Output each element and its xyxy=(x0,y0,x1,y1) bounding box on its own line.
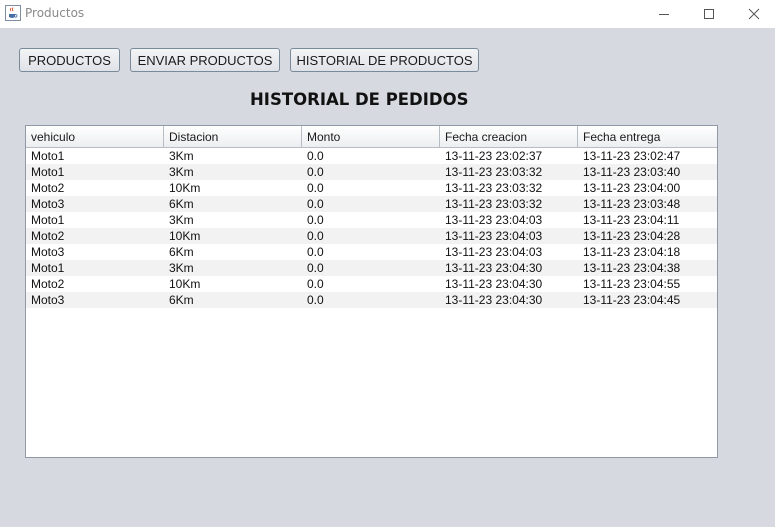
table-row[interactable]: Moto3 6Km 0.0 13-11-23 23:04:03 13-11-23 23:… xyxy=(26,244,717,260)
title-bar: Productos xyxy=(0,0,775,28)
table-row[interactable]: Moto1 3Km 0.0 13-11-23 23:04:03 13-11-23 23:… xyxy=(26,212,717,228)
cell-vehiculo: Moto2 xyxy=(31,181,65,195)
column-header-vehiculo[interactable]: vehiculo xyxy=(26,126,164,148)
column-header-monto[interactable]: Monto xyxy=(302,126,440,148)
cell-vehiculo: Moto3 xyxy=(31,245,65,259)
maximize-button[interactable] xyxy=(686,0,732,28)
cell-fecha-creacion: 13-11-23 23:03:32 xyxy=(445,165,543,179)
minimize-button[interactable] xyxy=(641,0,687,28)
column-header-fecha-creacion[interactable]: Fecha creacion xyxy=(440,126,578,148)
cell-fecha-entrega: 13-11-23 23:04:28 xyxy=(583,229,681,243)
cell-fecha-entrega: 13-11-23 23:04:38 xyxy=(583,261,681,275)
cell-monto: 0.0 xyxy=(307,293,324,307)
cell-monto: 0.0 xyxy=(307,245,324,259)
cell-distacion: 10Km xyxy=(169,181,201,195)
table-row[interactable]: Moto1 3Km 0.0 13-11-23 23:03:32 13-11-23 23:… xyxy=(26,164,717,180)
cell-vehiculo: Moto1 xyxy=(31,213,65,227)
table-row[interactable]: Moto1 3Km 0.0 13-11-23 23:04:30 13-11-23 23:… xyxy=(26,260,717,276)
table-body: Moto1 3Km 0.0 13-11-23 23:02:37 13-11-23 23:… xyxy=(26,148,717,308)
cell-fecha-creacion: 13-11-23 23:04:03 xyxy=(445,213,543,227)
cell-fecha-entrega: 13-11-23 23:03:48 xyxy=(583,197,681,211)
cell-fecha-creacion: 13-11-23 23:03:32 xyxy=(445,181,543,195)
cell-fecha-creacion: 13-11-23 23:04:30 xyxy=(445,293,543,307)
table-row[interactable]: Moto1 3Km 0.0 13-11-23 23:02:37 13-11-23 23:… xyxy=(26,148,717,164)
historial-productos-button[interactable]: HISTORIAL DE PRODUCTOS xyxy=(290,48,479,72)
cell-distacion: 3Km xyxy=(169,165,194,179)
column-header-fecha-entrega[interactable]: Fecha entrega xyxy=(578,126,717,148)
cell-fecha-entrega: 13-11-23 23:04:18 xyxy=(583,245,681,259)
close-button[interactable] xyxy=(731,0,775,28)
cell-distacion: 6Km xyxy=(169,245,194,259)
cell-monto: 0.0 xyxy=(307,165,324,179)
table-row[interactable]: Moto2 10Km 0.0 13-11-23 23:04:03 13-11-23 23… xyxy=(26,228,717,244)
enviar-productos-button[interactable]: ENVIAR PRODUCTOS xyxy=(130,48,280,72)
historial-table[interactable]: vehiculo Distacion Monto Fecha creacion … xyxy=(25,125,718,458)
table-row[interactable]: Moto3 6Km 0.0 13-11-23 23:03:32 13-11-23 23:… xyxy=(26,196,717,212)
cell-vehiculo: Moto1 xyxy=(31,149,65,163)
cell-distacion: 10Km xyxy=(169,229,201,243)
minimize-icon xyxy=(659,14,669,15)
java-cup-icon xyxy=(5,5,21,21)
cell-fecha-entrega: 13-11-23 23:04:55 xyxy=(583,277,681,291)
cell-monto: 0.0 xyxy=(307,197,324,211)
cell-distacion: 6Km xyxy=(169,293,194,307)
cell-distacion: 10Km xyxy=(169,277,201,291)
cell-monto: 0.0 xyxy=(307,181,324,195)
cell-distacion: 3Km xyxy=(169,149,194,163)
cell-fecha-creacion: 13-11-23 23:04:30 xyxy=(445,277,543,291)
cell-vehiculo: Moto2 xyxy=(31,277,65,291)
table-header: vehiculo Distacion Monto Fecha creacion … xyxy=(26,126,717,148)
cell-fecha-creacion: 13-11-23 23:02:37 xyxy=(445,149,543,163)
page-title: HISTORIAL DE PEDIDOS xyxy=(250,90,469,109)
cell-fecha-entrega: 13-11-23 23:04:11 xyxy=(583,213,680,227)
cell-fecha-entrega: 13-11-23 23:04:00 xyxy=(583,181,681,195)
cell-vehiculo: Moto1 xyxy=(31,261,65,275)
cell-fecha-creacion: 13-11-23 23:03:32 xyxy=(445,197,543,211)
cell-vehiculo: Moto1 xyxy=(31,165,65,179)
window-title: Productos xyxy=(25,6,85,20)
cell-monto: 0.0 xyxy=(307,277,324,291)
cell-fecha-entrega: 13-11-23 23:02:47 xyxy=(583,149,681,163)
cell-distacion: 3Km xyxy=(169,213,194,227)
cell-monto: 0.0 xyxy=(307,149,324,163)
table-row[interactable]: Moto2 10Km 0.0 13-11-23 23:04:30 13-11-23 23… xyxy=(26,276,717,292)
maximize-icon xyxy=(704,9,714,19)
cell-monto: 0.0 xyxy=(307,261,324,275)
table-row[interactable]: Moto3 6Km 0.0 13-11-23 23:04:30 13-11-23 23:… xyxy=(26,292,717,308)
cell-monto: 0.0 xyxy=(307,213,324,227)
cell-vehiculo: Moto3 xyxy=(31,293,65,307)
close-icon xyxy=(748,8,760,20)
cell-vehiculo: Moto3 xyxy=(31,197,65,211)
productos-button[interactable]: PRODUCTOS xyxy=(19,48,120,72)
cell-monto: 0.0 xyxy=(307,229,324,243)
cell-distacion: 6Km xyxy=(169,197,194,211)
table-row[interactable]: Moto2 10Km 0.0 13-11-23 23:03:32 13-11-23 23… xyxy=(26,180,717,196)
cell-fecha-creacion: 13-11-23 23:04:03 xyxy=(445,245,543,259)
cell-fecha-entrega: 13-11-23 23:03:40 xyxy=(583,165,681,179)
cell-fecha-creacion: 13-11-23 23:04:03 xyxy=(445,229,543,243)
cell-distacion: 3Km xyxy=(169,261,194,275)
cell-fecha-entrega: 13-11-23 23:04:45 xyxy=(583,293,681,307)
column-header-distacion[interactable]: Distacion xyxy=(164,126,302,148)
cell-vehiculo: Moto2 xyxy=(31,229,65,243)
cell-fecha-creacion: 13-11-23 23:04:30 xyxy=(445,261,543,275)
main-panel: PRODUCTOS ENVIAR PRODUCTOS HISTORIAL DE … xyxy=(0,28,775,527)
